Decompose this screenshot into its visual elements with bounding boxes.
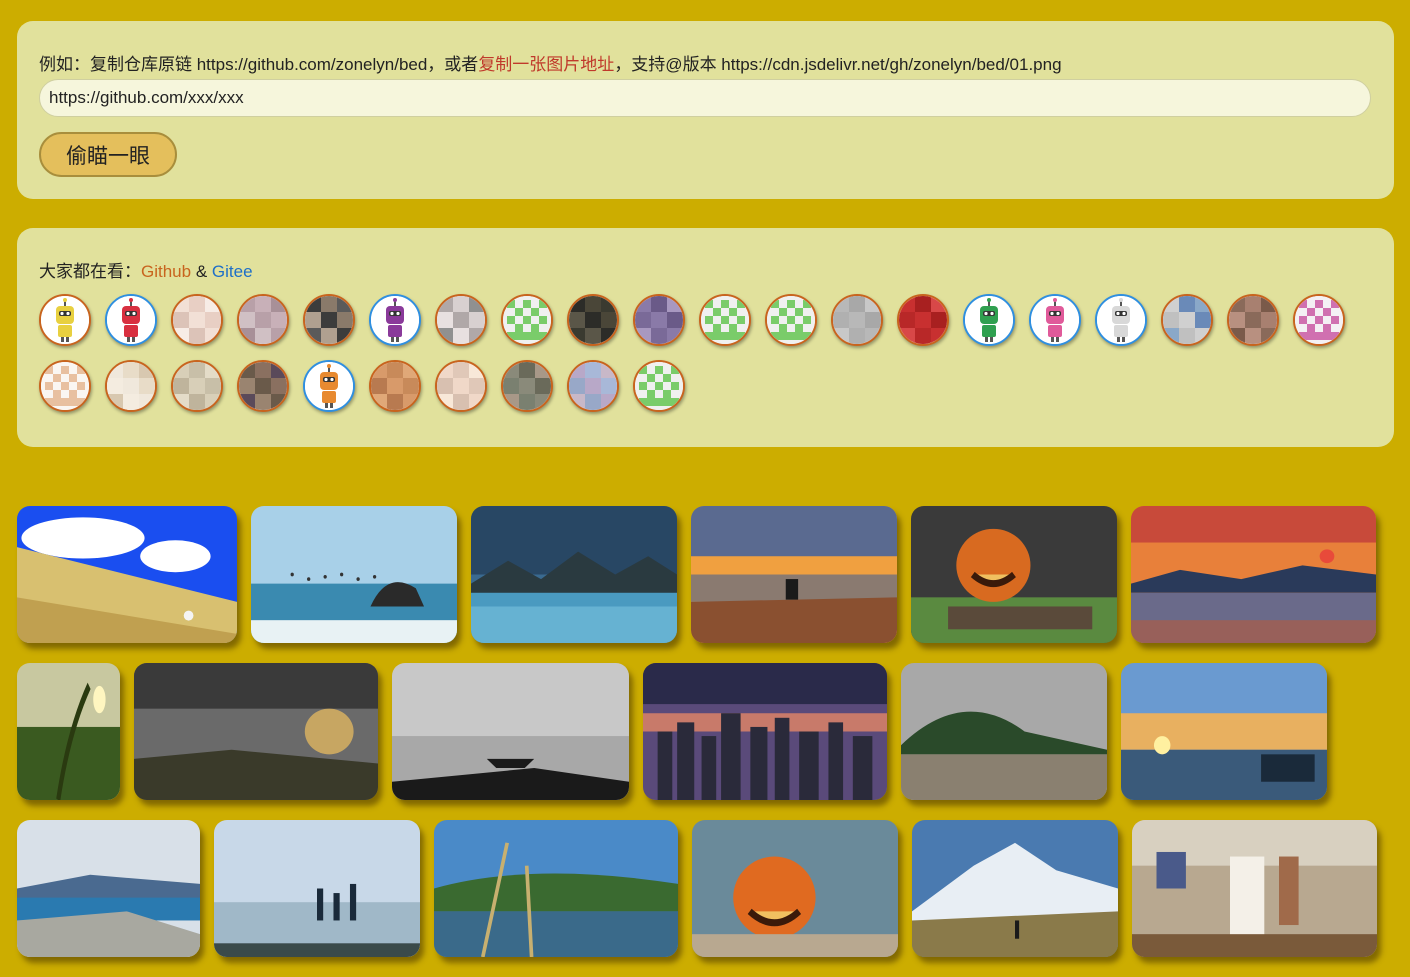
repo-url-input[interactable] bbox=[39, 79, 1371, 117]
robot-white-avatar[interactable] bbox=[1095, 294, 1147, 346]
sunset-lake-boat-photo[interactable] bbox=[1131, 506, 1376, 643]
identicon-peach-avatar[interactable] bbox=[39, 360, 91, 412]
popular-card: 大家都在看：Github & Gitee bbox=[17, 228, 1394, 447]
search-card: 例如：复制仓库原链 https://github.com/zonelyn/bed… bbox=[17, 21, 1394, 199]
sea-rock-birds-photo[interactable] bbox=[251, 506, 457, 643]
beach-family-fishing-photo[interactable] bbox=[214, 820, 420, 957]
stormy-coast-photo[interactable] bbox=[134, 663, 378, 800]
robot-pink-avatar[interactable] bbox=[1029, 294, 1081, 346]
hint-text: 例如：复制仓库原链 https://github.com/zonelyn/bed… bbox=[39, 55, 479, 74]
blurred-photo-avatar[interactable] bbox=[105, 360, 157, 412]
identicon-pink-avatar[interactable] bbox=[1293, 294, 1345, 346]
fjord-cliff-photo[interactable] bbox=[17, 820, 200, 957]
gitee-link[interactable]: Gitee bbox=[212, 262, 253, 281]
example-hint: 例如：复制仓库原链 https://github.com/zonelyn/bed… bbox=[39, 50, 1062, 75]
blurred-photo-avatar[interactable] bbox=[237, 294, 289, 346]
watching-label-text: 大家都在看： bbox=[39, 262, 141, 281]
blurred-photo-avatar[interactable] bbox=[1227, 294, 1279, 346]
blurred-photo-avatar[interactable] bbox=[1161, 294, 1213, 346]
meadow-girl-photo[interactable] bbox=[17, 506, 237, 643]
copy-image-address-link[interactable]: 复制一张图片地址 bbox=[478, 55, 614, 74]
identicon-green-avatar[interactable] bbox=[699, 294, 751, 346]
blurred-photo-avatar[interactable] bbox=[567, 294, 619, 346]
robot-red-avatar[interactable] bbox=[105, 294, 157, 346]
mountain-lake-dock-photo[interactable] bbox=[471, 506, 677, 643]
blurred-photo-avatar[interactable] bbox=[435, 360, 487, 412]
identicon-green-avatar[interactable] bbox=[633, 360, 685, 412]
ampersand-text: & bbox=[195, 262, 208, 281]
identicon-green-avatar[interactable] bbox=[765, 294, 817, 346]
blurred-photo-avatar[interactable] bbox=[567, 360, 619, 412]
blurred-photo-avatar[interactable] bbox=[501, 360, 553, 412]
blurred-photo-avatar[interactable] bbox=[897, 294, 949, 346]
robot-purple-avatar[interactable] bbox=[369, 294, 421, 346]
robot-orange-avatar[interactable] bbox=[303, 360, 355, 412]
snowy-mountain-hiker-photo[interactable] bbox=[912, 820, 1118, 957]
blurred-photo-avatar[interactable] bbox=[435, 294, 487, 346]
lake-reeds-photo[interactable] bbox=[434, 820, 678, 957]
wheat-sun-photo[interactable] bbox=[17, 663, 120, 800]
github-link[interactable]: Github bbox=[141, 262, 191, 281]
robot-green-avatar[interactable] bbox=[963, 294, 1015, 346]
blurred-photo-avatar[interactable] bbox=[831, 294, 883, 346]
misty-sunrise-lake-photo[interactable] bbox=[1121, 663, 1327, 800]
peek-button[interactable]: 偷瞄一眼 bbox=[39, 132, 177, 177]
blurred-photo-avatar[interactable] bbox=[303, 294, 355, 346]
identicon-green-avatar[interactable] bbox=[501, 294, 553, 346]
silhouette-boat-photo[interactable] bbox=[392, 663, 629, 800]
blurred-photo-avatar[interactable] bbox=[237, 360, 289, 412]
blurred-photo-avatar[interactable] bbox=[171, 294, 223, 346]
blurred-photo-avatar[interactable] bbox=[171, 360, 223, 412]
blurred-photo-avatar[interactable] bbox=[369, 360, 421, 412]
hint-version-text: ，支持@版本 https://cdn.jsdelivr.net/gh/zonel… bbox=[614, 55, 1062, 74]
city-skyline-photo[interactable] bbox=[643, 663, 887, 800]
green-hill-beach-photo[interactable] bbox=[901, 663, 1107, 800]
robot-yellow-avatar[interactable] bbox=[39, 294, 91, 346]
pumpkin-closeup-photo[interactable] bbox=[692, 820, 898, 957]
artist-studio-photo[interactable] bbox=[1132, 820, 1377, 957]
fishing-sunset-photo[interactable] bbox=[691, 506, 897, 643]
blurred-photo-avatar[interactable] bbox=[633, 294, 685, 346]
everyone-watching-label: 大家都在看：Github & Gitee bbox=[39, 257, 253, 282]
halloween-pumpkin-photo[interactable] bbox=[911, 506, 1117, 643]
